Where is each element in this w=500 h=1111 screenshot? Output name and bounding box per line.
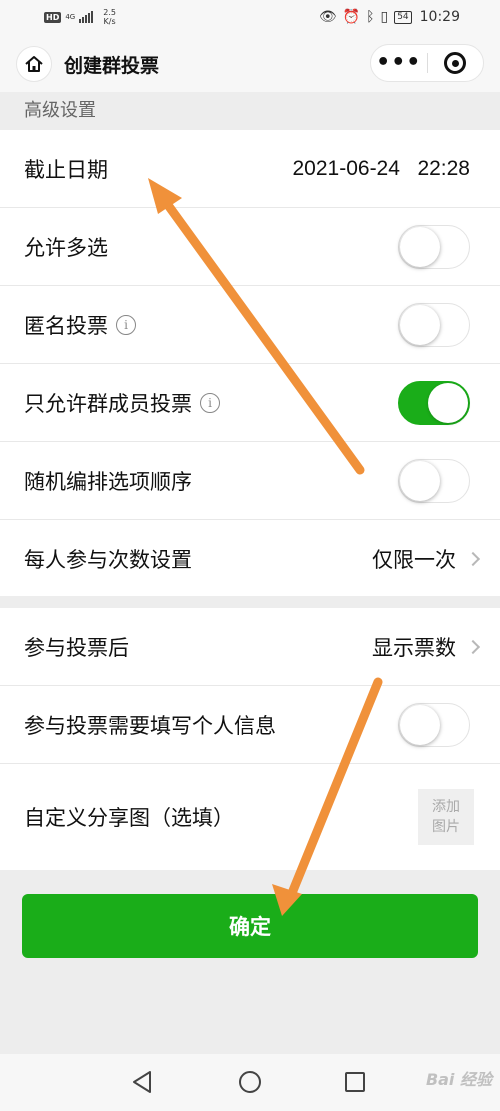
battery-icon: 54 <box>394 10 412 24</box>
hd-icon: HD <box>44 11 62 23</box>
info-icon[interactable]: i <box>116 314 136 335</box>
capsule-menu: ••• <box>370 44 484 82</box>
vibrate-icon: ▯ <box>380 9 389 25</box>
chevron-right-icon <box>465 551 481 567</box>
deadline-value[interactable]: 2021-06-24 22:28 <box>293 157 471 181</box>
info-icon[interactable]: i <box>200 392 220 413</box>
deadline-time: 22:28 <box>417 156 470 180</box>
after-vote-label: 参与投票后 <box>24 635 129 660</box>
anonymous-label: 匿名投票 <box>24 313 108 338</box>
close-miniprogram-button[interactable] <box>427 52 483 74</box>
after-vote-row[interactable]: 参与投票后 显示票数 <box>0 608 500 686</box>
chevron-right-icon <box>465 639 481 654</box>
multi-select-switch[interactable] <box>398 224 470 269</box>
deadline-date: 2021-06-24 <box>292 156 400 180</box>
eye-icon: 👁 <box>318 9 337 25</box>
after-vote-value: 显示票数 <box>372 635 456 660</box>
speed-value: 2.5 <box>103 8 116 17</box>
signal-icon <box>79 11 94 23</box>
nav-bar: 创建群投票 ••• <box>0 36 500 92</box>
personal-info-row: 参与投票需要填写个人信息 <box>0 686 500 764</box>
speed-unit: K/s <box>103 17 116 26</box>
system-nav-bar: Bai 经验 <box>0 1054 500 1111</box>
share-image-label: 自定义分享图（选填） <box>24 806 234 830</box>
page-title: 创建群投票 <box>64 55 160 77</box>
random-order-label: 随机编排选项顺序 <box>24 469 192 494</box>
status-left: HD 4G 2.5 K/s <box>44 8 116 26</box>
vote-count-row[interactable]: 每人参与次数设置 仅限一次 <box>0 520 500 598</box>
vote-count-value: 仅限一次 <box>372 548 456 572</box>
vote-count-label: 每人参与次数设置 <box>24 548 192 572</box>
bluetooth-icon: ᛒ <box>366 9 375 25</box>
section-title: 高级设置 <box>24 100 96 121</box>
add-image-button[interactable]: 添加 图片 <box>418 789 474 845</box>
network-type: 4G <box>65 13 76 21</box>
target-icon <box>444 52 467 74</box>
members-only-switch[interactable] <box>398 380 470 425</box>
random-order-row: 随机编排选项顺序 <box>0 442 500 520</box>
recent-apps-icon[interactable] <box>345 1072 365 1092</box>
home-button[interactable] <box>16 46 52 82</box>
confirm-button[interactable]: 确定 <box>22 894 478 958</box>
back-icon[interactable] <box>131 1070 153 1094</box>
more-button[interactable]: ••• <box>371 44 427 82</box>
multi-select-row: 允许多选 <box>0 208 500 286</box>
members-only-label: 只允许群成员投票 <box>24 391 192 416</box>
random-order-switch[interactable] <box>398 458 470 503</box>
home-icon <box>25 56 43 72</box>
deadline-row[interactable]: 截止日期 2021-06-24 22:28 <box>0 130 500 208</box>
watermark: Bai 经验 <box>425 1070 492 1089</box>
anonymous-label-wrap: 匿名投票 i <box>24 310 136 340</box>
advanced-settings-group: 截止日期 2021-06-24 22:28 允许多选 匿名投票 i 只允许群成员… <box>0 130 500 596</box>
members-only-row: 只允许群成员投票 i <box>0 364 500 442</box>
alarm-icon: ⏰ <box>342 9 361 25</box>
after-vote-group: 参与投票后 显示票数 参与投票需要填写个人信息 自定义分享图（选填） 添加 图片 <box>0 608 500 870</box>
share-image-row: 自定义分享图（选填） 添加 图片 <box>0 764 500 870</box>
deadline-label: 截止日期 <box>24 157 108 182</box>
add-image-line1: 添加 <box>432 799 460 815</box>
personal-info-switch[interactable] <box>398 702 470 747</box>
home-nav-icon[interactable] <box>239 1071 261 1093</box>
personal-info-label: 参与投票需要填写个人信息 <box>24 713 276 738</box>
status-bar: HD 4G 2.5 K/s 👁 ⏰ ᛒ ▯ 54 10:29 <box>0 0 500 36</box>
anonymous-row: 匿名投票 i <box>0 286 500 364</box>
anonymous-switch[interactable] <box>398 302 470 347</box>
network-speed: 2.5 K/s <box>103 8 116 26</box>
members-only-label-wrap: 只允许群成员投票 i <box>24 388 220 418</box>
multi-select-label: 允许多选 <box>24 235 108 260</box>
add-image-line2: 图片 <box>432 819 460 835</box>
clock: 10:29 <box>419 9 460 25</box>
status-right: 👁 ⏰ ᛒ ▯ 54 10:29 <box>319 9 460 25</box>
